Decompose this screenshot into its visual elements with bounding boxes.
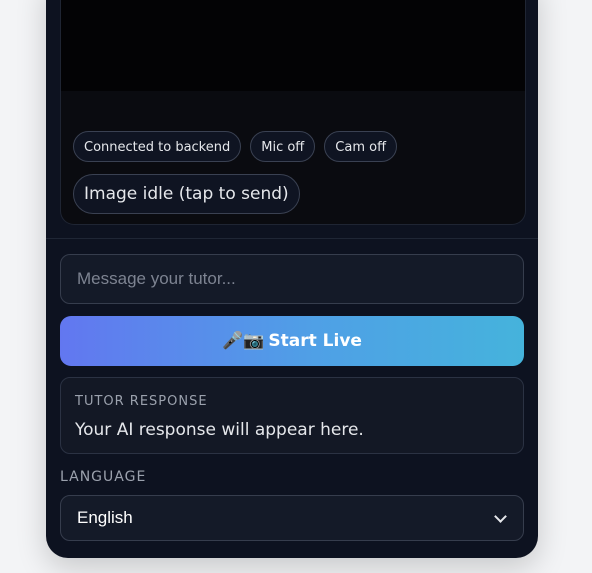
start-live-button[interactable]: 🎤📷 Start Live <box>60 316 524 366</box>
language-select[interactable]: English <box>60 495 524 541</box>
backend-status-badge: Connected to backend <box>73 131 242 162</box>
language-selected-value: English <box>77 508 133 527</box>
language-label: LANGUAGE <box>60 469 147 485</box>
tutor-panel: Connected to backend Mic off Cam off Ima… <box>46 0 538 558</box>
status-chip-row: Connected to backend Mic off Cam off <box>73 131 398 162</box>
camera-preview-card: Connected to backend Mic off Cam off Ima… <box>60 0 526 225</box>
cam-status-badge: Cam off <box>324 131 398 162</box>
chevron-down-icon <box>494 509 507 523</box>
start-live-label: Start Live <box>268 331 362 351</box>
section-divider <box>46 238 538 239</box>
tutor-response-title: TUTOR RESPONSE <box>75 394 208 409</box>
tutor-response-text: Your AI response will appear here. <box>75 420 364 440</box>
video-preview <box>61 0 525 91</box>
message-input[interactable] <box>60 254 524 304</box>
mic-camera-icon: 🎤📷 <box>222 331 265 351</box>
tutor-response-card: TUTOR RESPONSE Your AI response will app… <box>60 377 524 454</box>
mic-status-badge: Mic off <box>250 131 316 162</box>
image-chip-row: Image idle (tap to send) <box>73 174 300 214</box>
image-send-button[interactable]: Image idle (tap to send) <box>73 174 300 214</box>
